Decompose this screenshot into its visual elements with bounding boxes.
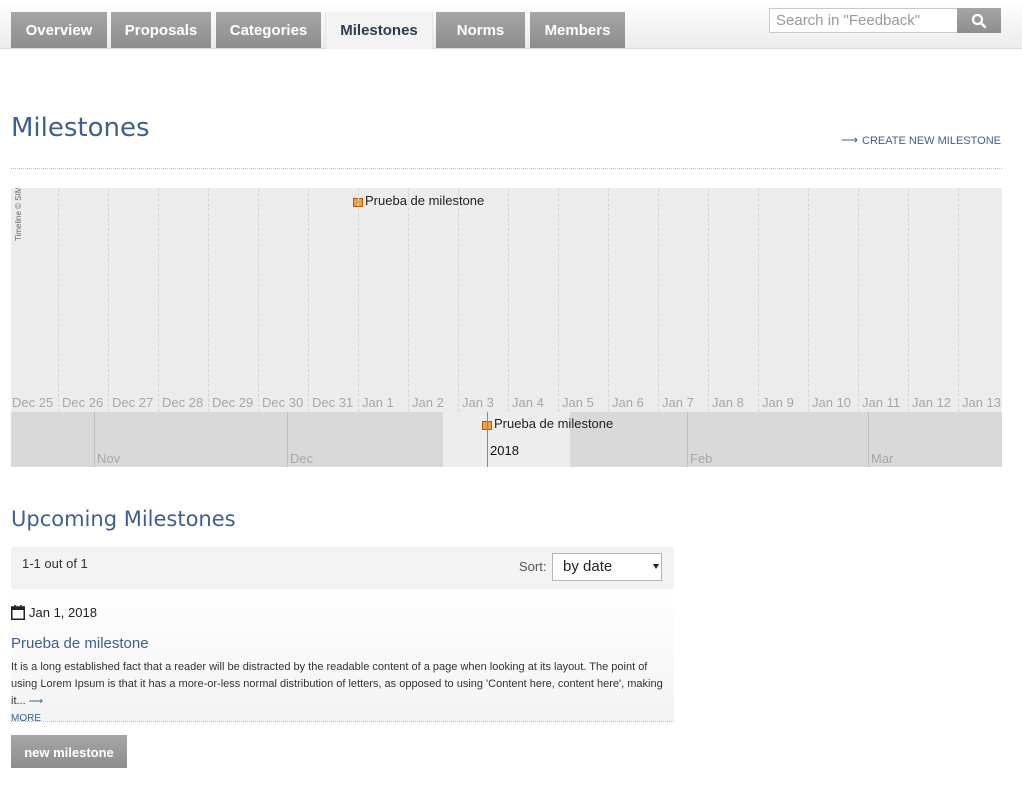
search-input[interactable] [769,8,957,33]
milestone-list-item: Jan 1, 2018 Prueba de milestone It is a … [11,589,674,724]
timeline-day-divider [808,188,809,412]
timeline-event-label: Prueba de milestone [365,193,485,208]
timeline-day-divider [508,188,509,412]
timeline-day-divider [358,188,359,412]
timeline-month-label: Mar [871,451,894,466]
timeline-day-label: Dec 29 [212,395,254,410]
create-milestone-label: CREATE NEW MILESTONE [862,135,1001,147]
tab-milestones[interactable]: Milestones [325,12,433,49]
timeline-month-label: 2018 [490,443,519,458]
timeline-day-divider [308,188,309,412]
timeline-month-label: Nov [97,451,121,466]
timeline-day-label: Jan 10 [812,395,852,410]
search-button[interactable] [957,8,1001,33]
timeline-day-label: Jan 12 [912,395,952,410]
arrow-right-icon: ⟶ [28,696,44,707]
tab-members[interactable]: Members [530,12,625,48]
sort-select[interactable]: by date [552,553,662,581]
timeline-day-label: Dec 28 [162,395,204,410]
timeline-day-divider [58,188,59,412]
timeline-day-label: Jan 1 [362,395,394,410]
divider [11,168,1002,169]
timeline-credit: Timeline © SIMILE [14,188,23,241]
timeline-day-divider [658,188,659,412]
arrow-right-icon: ⟶ [840,133,859,147]
page-title: Milestones [11,113,150,143]
timeline-day-divider [408,188,409,412]
milestone-title-link[interactable]: Prueba de milestone [11,635,149,652]
tab-categories[interactable]: Categories [216,12,321,48]
timeline-month-divider [487,412,488,467]
timeline-day-label: Jan 11 [862,395,901,410]
timeline-day-label: Jan 8 [712,395,744,410]
new-milestone-button[interactable]: new milestone [11,735,127,768]
result-count: 1-1 out of 1 [22,556,88,571]
timeline-day-label: Jan 4 [512,395,544,410]
create-milestone-link[interactable]: ⟶ CREATE NEW MILESTONE [841,133,1001,147]
timeline-day-label: Jan 13 [962,395,1002,410]
chevron-down-icon [653,564,659,569]
timeline-day-label: Dec 26 [62,395,104,410]
tab-overview[interactable]: Overview [11,12,107,48]
search-icon [971,13,987,28]
timeline-overview-event[interactable]: Prueba de milestone [482,416,613,431]
timeline-month-label: Feb [690,451,713,466]
timeline-month-divider [287,412,288,467]
calendar-icon [11,605,25,620]
timeline-month-divider [94,412,95,467]
milestone-date: Jan 1, 2018 [29,605,97,620]
timeline-day-label: Jan 7 [662,395,694,410]
timeline-day-divider [908,188,909,412]
timeline-day-divider [858,188,859,412]
timeline-day-label: Jan 6 [612,395,644,410]
top-nav-bar: Overview Proposals Categories Milestones… [0,0,1022,49]
timeline-day-divider [558,188,559,412]
milestone-description-text: It is a long established fact that a rea… [11,661,663,707]
timeline-day-label: Dec 25 [12,395,54,410]
timeline-day-label: Jan 3 [462,395,494,410]
milestone-description: It is a long established fact that a rea… [11,659,671,727]
timeline-overview-band[interactable]: Prueba de milestone Nov Dec 2018 Feb Mar [11,412,1002,467]
sort-label: Sort: [519,559,547,574]
sort-select-value: by date [563,558,613,575]
timeline-month-label: Dec [290,451,314,466]
timeline-main-band[interactable]: Prueba de milestone Timeline © SIMILE De… [11,188,1002,412]
upcoming-milestones-heading: Upcoming Milestones [11,507,236,531]
timeline-month-divider [868,412,869,467]
more-link-label: MORE [11,713,41,724]
timeline-day-label: Dec 30 [262,395,304,410]
timeline-day-label: Dec 31 [312,395,354,410]
timeline-event[interactable]: Prueba de milestone [353,193,484,208]
timeline-day-divider [608,188,609,412]
timeline-day-divider [458,188,459,412]
timeline-day-divider [158,188,159,412]
timeline-day-label: Jan 9 [762,395,794,410]
list-header: 1-1 out of 1 Sort: by date [11,547,674,589]
timeline-day-divider [708,188,709,412]
timeline-day-label: Jan 5 [562,395,594,410]
timeline-day-label: Dec 27 [112,395,154,410]
timeline-overview-event-label: Prueba de milestone [494,416,614,431]
tab-proposals[interactable]: Proposals [111,12,211,48]
timeline-day-divider [208,188,209,412]
timeline-day-label: Jan 2 [412,395,444,410]
timeline-day-divider [958,188,959,412]
timeline-day-divider [758,188,759,412]
timeline-day-divider [108,188,109,412]
timeline-day-divider [258,188,259,412]
tab-norms[interactable]: Norms [436,12,525,48]
timeline-month-divider [687,412,688,467]
